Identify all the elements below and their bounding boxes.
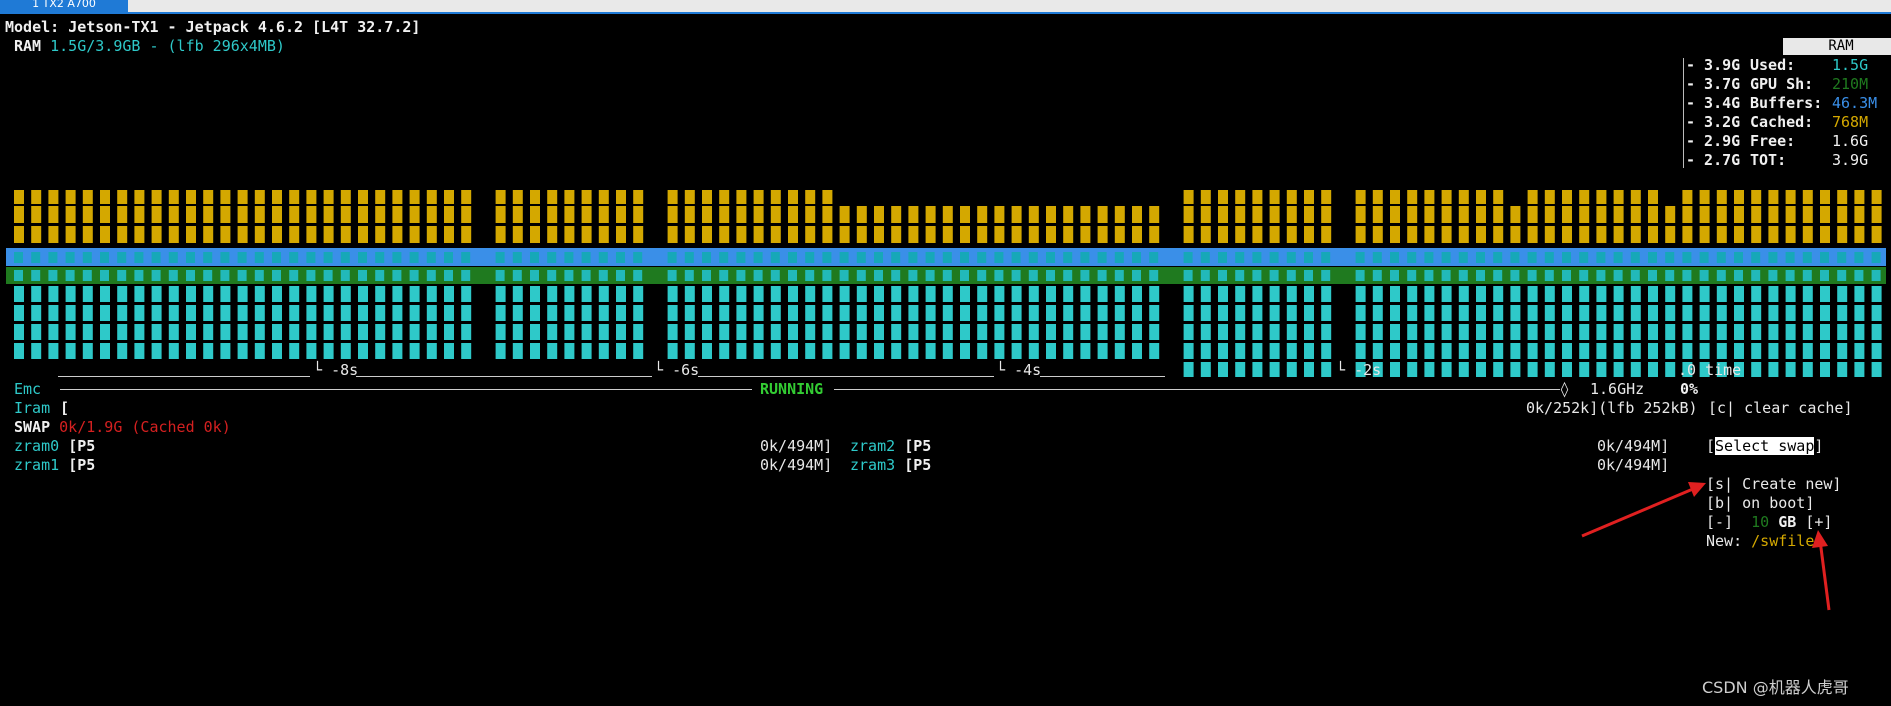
watermark: CSDN @机器人虎哥	[1702, 678, 1849, 697]
arrow-to-create	[1581, 484, 1701, 538]
annotation-arrows	[1581, 482, 1831, 611]
arrow-to-plus	[1818, 539, 1831, 611]
arrow-head	[1812, 530, 1828, 548]
